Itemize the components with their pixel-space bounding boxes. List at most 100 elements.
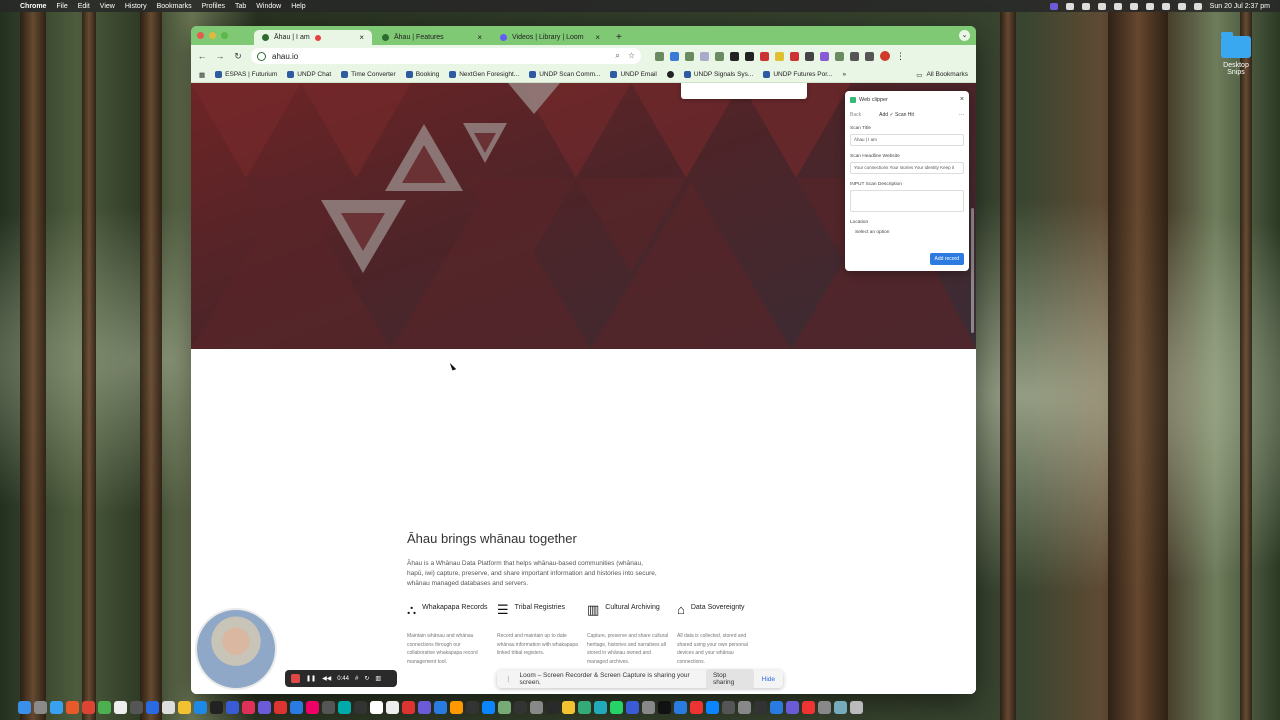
- status-app-icon[interactable]: [1097, 2, 1106, 10]
- status-app-icon[interactable]: [1065, 2, 1074, 10]
- menu-clock[interactable]: Sun 20 Jul 2:37 pm: [1210, 3, 1270, 10]
- loom-stop-button[interactable]: [291, 674, 300, 683]
- extension-icon[interactable]: [700, 51, 709, 61]
- more-icon[interactable]: ···: [959, 112, 964, 118]
- app-icon[interactable]: [754, 700, 767, 714]
- close-icon[interactable]: ×: [960, 96, 964, 103]
- bookmark-undp-scan[interactable]: UNDP Scan Comm...: [529, 71, 600, 78]
- tab-ahau-features[interactable]: Āhau | Features ×: [374, 30, 490, 45]
- status-app-icon[interactable]: [1113, 2, 1122, 10]
- extension-icon[interactable]: [745, 51, 754, 61]
- app-icon[interactable]: [722, 700, 735, 714]
- bookmark-time-converter[interactable]: Time Converter: [341, 71, 396, 78]
- scan-description-textarea[interactable]: [850, 190, 964, 212]
- control-center-icon[interactable]: [1193, 2, 1202, 10]
- bookmark-nextgen-foresight[interactable]: NextGen Foresight...: [449, 71, 519, 78]
- apps-grid-icon[interactable]: ▦: [199, 71, 205, 79]
- scan-headline-input[interactable]: Your connections Your stories Your ident…: [850, 162, 964, 174]
- tab-ahau-i-am[interactable]: Āhau | I am ×: [254, 30, 372, 45]
- minimize-window-button[interactable]: [209, 32, 216, 39]
- x-icon[interactable]: [658, 700, 671, 714]
- app-icon[interactable]: [434, 700, 447, 714]
- loom-camera-bubble[interactable]: [195, 608, 277, 690]
- app-icon[interactable]: [258, 700, 271, 714]
- hide-button[interactable]: Hide: [762, 676, 775, 683]
- app-icon[interactable]: [146, 700, 159, 714]
- app-icon[interactable]: [130, 700, 143, 714]
- app-icon[interactable]: [210, 700, 223, 714]
- app-icon[interactable]: [706, 700, 719, 714]
- profile-avatar[interactable]: [880, 51, 890, 61]
- firefox-icon[interactable]: [66, 700, 79, 714]
- puzzle-extensions-icon[interactable]: [835, 51, 844, 61]
- app-icon[interactable]: [738, 700, 751, 714]
- bluetooth-icon[interactable]: [1129, 2, 1138, 10]
- status-app-icon[interactable]: [1049, 2, 1058, 10]
- app-icon[interactable]: [498, 700, 511, 714]
- tab-search-chevron-icon[interactable]: ⌄: [959, 30, 970, 41]
- search-icon[interactable]: [1177, 2, 1186, 10]
- scan-title-input[interactable]: Āhau | I am: [850, 134, 964, 146]
- extension-icon[interactable]: [670, 51, 679, 61]
- launchpad-icon[interactable]: [34, 700, 47, 714]
- extension-icon[interactable]: [730, 51, 739, 61]
- extension-icon[interactable]: [790, 51, 799, 61]
- app-icon[interactable]: [226, 700, 239, 714]
- app-icon[interactable]: [562, 700, 575, 714]
- pause-icon[interactable]: ❚❚: [306, 675, 316, 682]
- extension-icon[interactable]: [820, 51, 829, 61]
- rewind-icon[interactable]: ◀◀: [322, 675, 331, 682]
- app-icon[interactable]: [402, 700, 415, 714]
- app-icon[interactable]: [626, 700, 639, 714]
- status-app-icon[interactable]: [1081, 2, 1090, 10]
- reload-icon[interactable]: ↻: [233, 51, 243, 62]
- app-icon[interactable]: [450, 700, 463, 714]
- bookmark-globe[interactable]: [666, 71, 674, 78]
- menu-tab[interactable]: Tab: [235, 3, 246, 10]
- close-tab-icon[interactable]: ×: [477, 33, 482, 42]
- finder-icon[interactable]: [18, 700, 31, 714]
- app-icon[interactable]: [274, 700, 287, 714]
- more-bookmarks-chevron-icon[interactable]: »: [842, 71, 846, 78]
- app-icon[interactable]: [770, 700, 783, 714]
- menu-help[interactable]: Help: [291, 3, 305, 10]
- app-icon[interactable]: [82, 700, 95, 714]
- whatsapp-icon[interactable]: [610, 700, 623, 714]
- menu-edit[interactable]: Edit: [78, 3, 90, 10]
- app-icon[interactable]: [242, 700, 255, 714]
- clipper-back-button[interactable]: Back: [850, 112, 861, 118]
- close-tab-icon[interactable]: ×: [595, 33, 600, 42]
- app-icon[interactable]: [482, 700, 495, 714]
- drag-handle-icon[interactable]: ⋮: [505, 675, 512, 683]
- app-icon[interactable]: [354, 700, 367, 714]
- new-tab-button[interactable]: +: [610, 30, 628, 45]
- draw-icon[interactable]: #: [355, 676, 358, 682]
- site-info-icon[interactable]: [257, 51, 266, 61]
- clipper-mode[interactable]: Add ✓ Scan Hit: [879, 112, 914, 118]
- close-tab-icon[interactable]: ×: [359, 33, 364, 42]
- side-panel-icon[interactable]: [865, 51, 874, 61]
- extension-icon[interactable]: [805, 51, 814, 61]
- bookmark-star-icon[interactable]: ☆: [628, 51, 635, 61]
- calendar-icon[interactable]: [386, 700, 399, 714]
- location-select[interactable]: Select an option: [850, 228, 964, 237]
- bookmark-espas[interactable]: ESPAS | Futurium: [215, 71, 277, 78]
- app-icon[interactable]: [690, 700, 703, 714]
- tab-loom-library[interactable]: Videos | Library | Loom ×: [492, 30, 608, 45]
- add-record-button[interactable]: Add record: [929, 253, 964, 265]
- notion-icon[interactable]: [370, 700, 383, 714]
- app-icon[interactable]: [338, 700, 351, 714]
- download-icon[interactable]: [850, 51, 859, 61]
- menu-bookmarks[interactable]: Bookmarks: [157, 3, 192, 10]
- restart-icon[interactable]: ↻: [364, 675, 369, 682]
- app-icon[interactable]: [306, 700, 319, 714]
- zoom-icon[interactable]: ⌕: [615, 51, 619, 61]
- all-bookmarks[interactable]: ▭ All Bookmarks: [916, 71, 968, 79]
- stop-sharing-button[interactable]: Stop sharing: [705, 669, 754, 689]
- messages-icon[interactable]: [578, 700, 591, 714]
- extension-icon[interactable]: [775, 51, 784, 61]
- app-icon[interactable]: [290, 700, 303, 714]
- extension-icon[interactable]: [715, 51, 724, 61]
- menu-history[interactable]: History: [125, 3, 147, 10]
- bookmark-undp-futures[interactable]: UNDP Futures Por...: [763, 71, 832, 78]
